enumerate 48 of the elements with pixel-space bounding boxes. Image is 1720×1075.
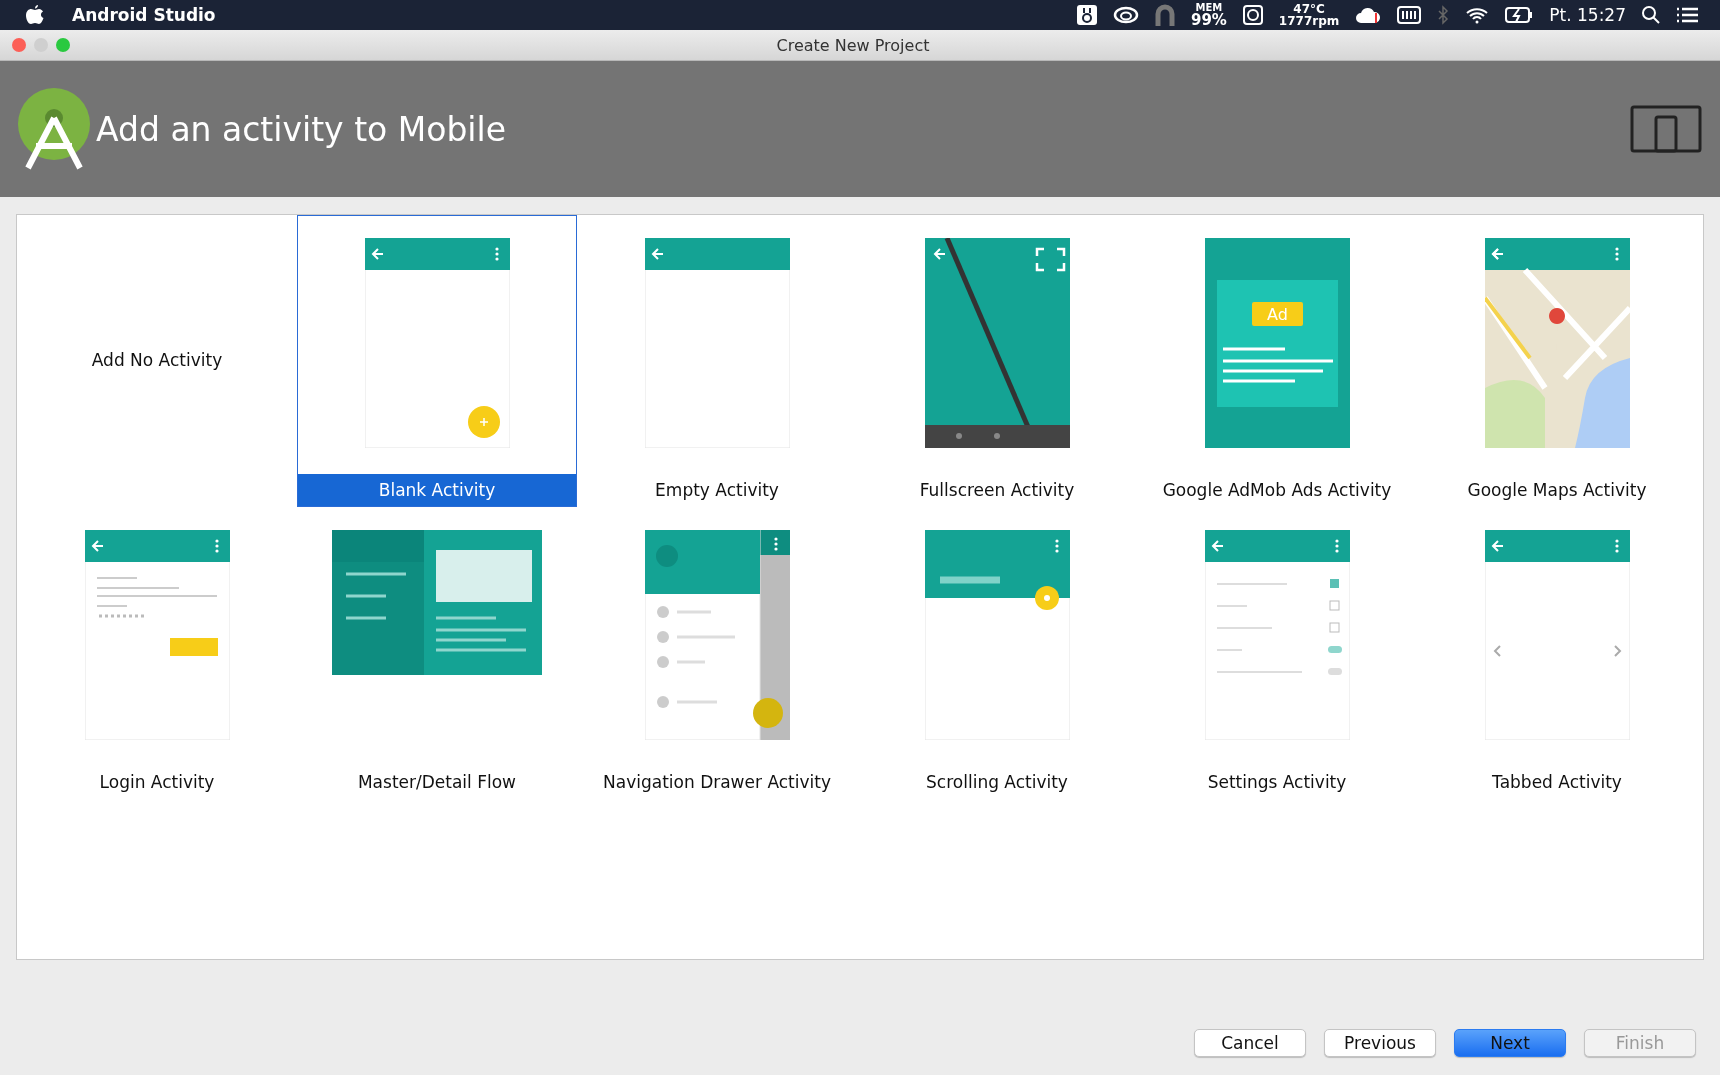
template-tile[interactable]: Navigation Drawer Activity [577,507,857,799]
template-label: Scrolling Activity [925,771,1069,794]
template-label: Empty Activity [654,479,780,502]
template-label: Blank Activity [298,474,576,506]
battery-cells-icon[interactable] [1397,6,1422,24]
list-icon[interactable] [1676,7,1698,23]
memory-indicator[interactable]: MEM 99% [1190,3,1227,27]
fan-icon[interactable] [1242,5,1263,25]
arch-icon[interactable] [1154,4,1175,26]
template-tile[interactable]: Login Activity [17,507,297,799]
cloud-rings-icon[interactable] [1112,6,1139,24]
template-tile[interactable]: Google Maps Activity [1417,215,1697,507]
page-title: Add an activity to Mobile [96,109,507,149]
ad-label: Ad [1266,305,1288,324]
android-studio-logo-icon [18,88,90,170]
template-label: Master/Detail Flow [356,771,518,794]
template-label: Fullscreen Activity [918,479,1076,502]
dialog-button[interactable]: Previous [1324,1029,1436,1057]
template-label: Tabbed Activity [1491,771,1623,794]
outlet-icon[interactable] [1076,5,1097,25]
apple-logo-icon[interactable] [26,5,44,25]
app-name[interactable]: Android Studio [72,5,1061,25]
template-tile[interactable]: Scrolling Activity [857,507,1137,799]
template-tile[interactable]: Master/Detail Flow [297,507,577,799]
clock[interactable]: Pt. 15:27 [1549,5,1626,25]
template-tile[interactable]: Fullscreen Activity [857,215,1137,507]
template-tile[interactable]: Blank Activity [297,215,577,507]
devices-icon [1630,105,1702,153]
template-tile[interactable]: Empty Activity [577,215,857,507]
template-label: Google Maps Activity [1466,479,1648,502]
template-tile[interactable]: Add No Activity [17,215,297,507]
template-tile[interactable]: Tabbed Activity [1417,507,1697,799]
wifi-icon[interactable] [1465,6,1490,24]
template-label: Settings Activity [1206,771,1348,794]
template-label: Navigation Drawer Activity [602,771,832,794]
template-tile[interactable]: Settings Activity [1137,507,1417,799]
bluetooth-icon[interactable] [1437,5,1450,25]
temperature-fan-reading[interactable]: 47°C 1777rpm [1278,3,1340,27]
cloud-house-icon[interactable] [1355,5,1382,25]
battery-charging-icon[interactable] [1505,7,1534,23]
template-tile[interactable]: Ad Google AdMob Ads Activity [1137,215,1417,507]
window-title: Create New Project [775,35,931,55]
dialog-button[interactable]: Cancel [1194,1029,1306,1057]
dialog-button[interactable]: Next [1454,1029,1566,1057]
search-icon[interactable] [1642,6,1660,24]
template-label: Google AdMob Ads Activity [1161,479,1393,502]
template-label: Add No Activity [90,349,224,372]
template-label: Login Activity [98,771,216,794]
